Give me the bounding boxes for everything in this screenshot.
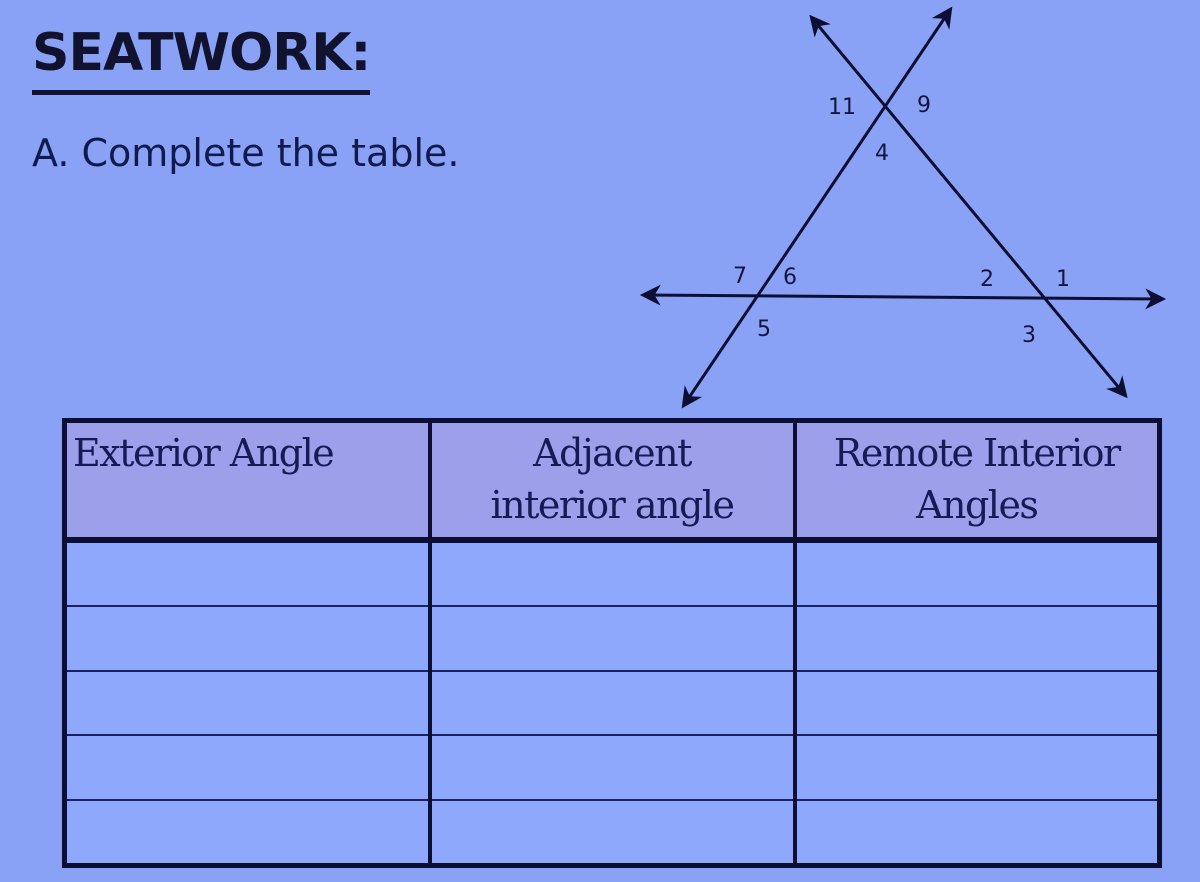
table-cell-exterior[interactable] [64, 735, 430, 801]
table-cell-exterior[interactable] [64, 670, 430, 737]
table-cell-exterior[interactable] [64, 540, 430, 608]
table-cell-adjacent[interactable] [427, 735, 795, 801]
table-cell-remote[interactable] [792, 670, 1160, 737]
table-cell-adjacent[interactable] [427, 799, 795, 866]
column-header-exterior-angle: Exterior Angle [64, 420, 430, 543]
column-header-label: Exterior Angle [73, 431, 335, 475]
angle-label: 3 [1022, 323, 1036, 348]
angle-label: 2 [980, 267, 994, 292]
angle-label: 1 [1056, 267, 1070, 292]
table-cell-adjacent[interactable] [427, 540, 795, 608]
column-header-label: interior angle [490, 483, 735, 527]
angle-label: 7 [733, 264, 747, 289]
right-side-line [809, 14, 1128, 399]
table-cell-adjacent[interactable] [427, 606, 795, 672]
table-row [64, 670, 1160, 737]
angle-label: 6 [783, 265, 797, 290]
table-cell-exterior[interactable] [64, 606, 430, 672]
table-cell-remote[interactable] [792, 606, 1160, 672]
angles-table: Exterior Angle Adjacent interior angle R… [62, 418, 1162, 868]
table-cell-remote[interactable] [792, 540, 1160, 608]
angle-label: 9 [917, 93, 931, 118]
column-header-label: Remote Interior [833, 431, 1121, 475]
column-header-label: Angles [916, 483, 1039, 527]
column-header-adjacent-interior-angle: Adjacent interior angle [427, 420, 795, 543]
angle-label: 5 [757, 317, 771, 342]
table-row [64, 540, 1160, 608]
table-cell-adjacent[interactable] [427, 670, 795, 737]
column-header-remote-interior-angles: Remote Interior Angles [792, 420, 1160, 543]
table-row [64, 606, 1160, 672]
transversal-horizontal-line [639, 284, 1167, 310]
angle-label: 11 [828, 95, 856, 120]
column-header-label: Adjacent [533, 431, 692, 475]
table-header-row: Exterior Angle Adjacent interior angle R… [64, 420, 1160, 543]
table-cell-remote[interactable] [792, 799, 1160, 866]
table-cell-exterior[interactable] [64, 799, 430, 866]
angle-diagram: 11 9 4 7 6 2 1 5 3 [639, 6, 1167, 409]
angle-label: 4 [875, 141, 889, 166]
left-side-line [681, 6, 953, 409]
table-cell-remote[interactable] [792, 735, 1160, 801]
table-row [64, 799, 1160, 866]
table-row [64, 735, 1160, 801]
